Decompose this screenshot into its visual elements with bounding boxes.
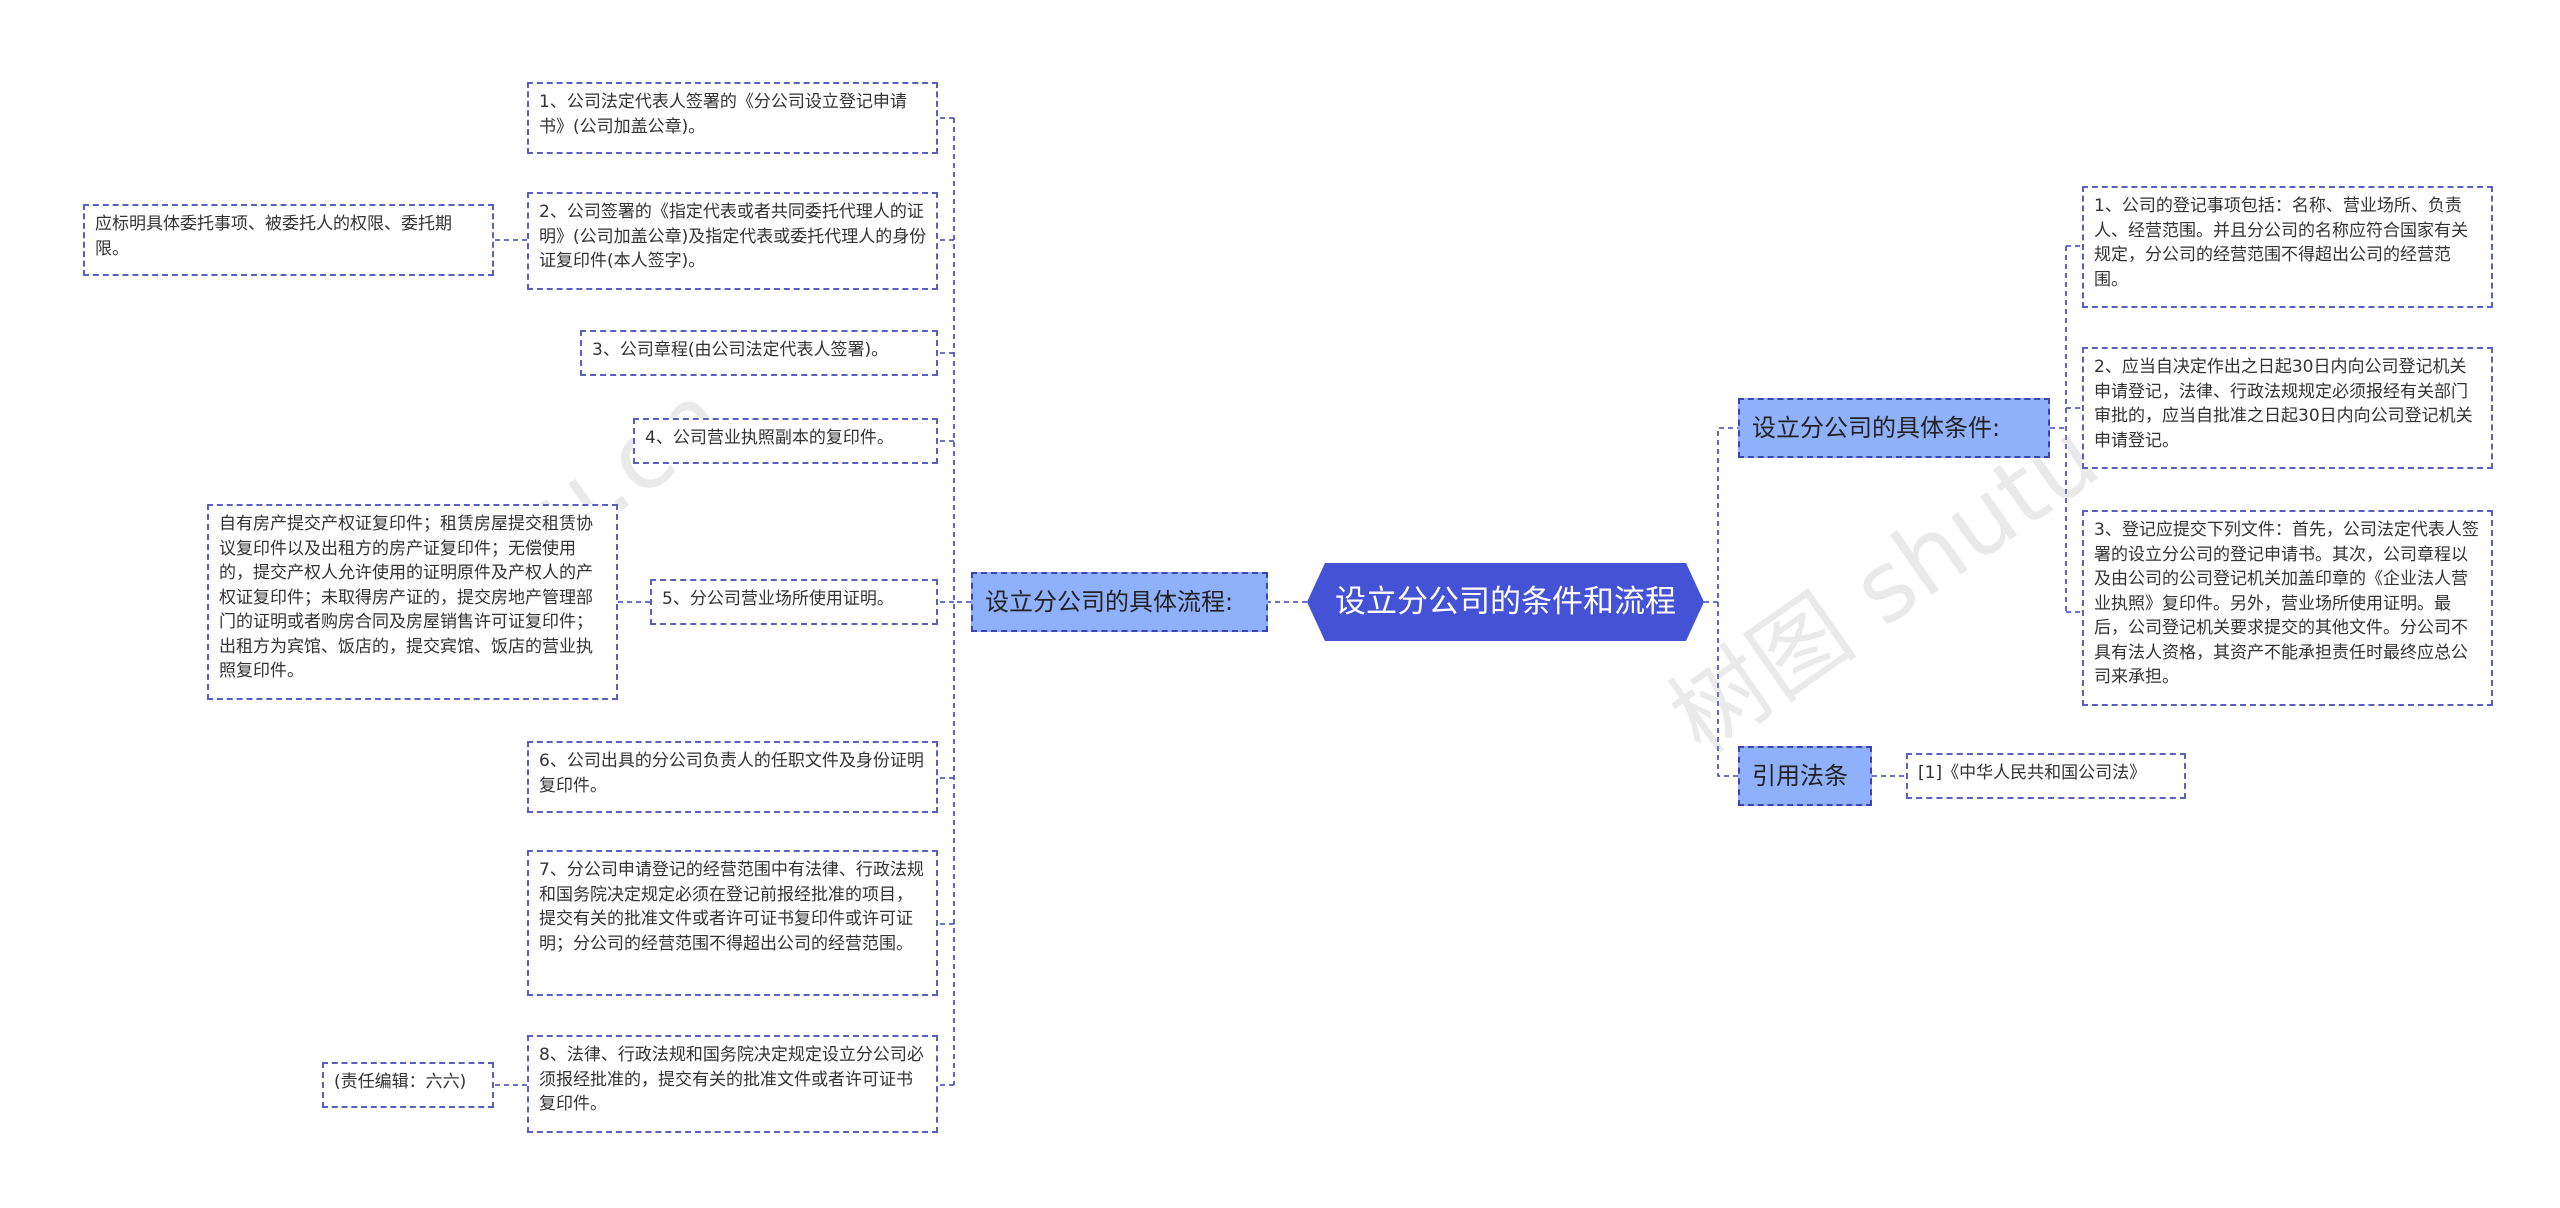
process-step-6[interactable]: 6、公司出具的分公司负责人的任职文件及身份证明复印件。: [527, 741, 938, 813]
process-step-8[interactable]: 8、法律、行政法规和国务院决定规定设立分公司必须报经批准的，提交有关的批准文件或…: [527, 1035, 938, 1133]
process-step-1[interactable]: 1、公司法定代表人签署的《分公司设立登记申请书》(公司加盖公章)。: [527, 82, 938, 154]
process-step-2-note[interactable]: 应标明具体委托事项、被委托人的权限、委托期限。: [83, 204, 494, 276]
condition-item-2[interactable]: 2、应当自决定作出之日起30日内向公司登记机关申请登记，法律、行政法规规定必须报…: [2082, 347, 2493, 469]
condition-item-1[interactable]: 1、公司的登记事项包括：名称、营业场所、负责人、经营范围。并且分公司的名称应符合…: [2082, 186, 2493, 308]
process-step-5-note[interactable]: 自有房产提交产权证复印件；租赁房屋提交租赁协议复印件以及出租方的房产证复印件；无…: [207, 504, 618, 700]
process-step-8-note[interactable]: (责任编辑：六六): [322, 1062, 494, 1108]
process-step-3[interactable]: 3、公司章程(由公司法定代表人签署)。: [580, 330, 938, 376]
branch-conditions[interactable]: 设立分公司的具体条件:: [1738, 398, 2050, 458]
process-step-5[interactable]: 5、分公司营业场所使用证明。: [650, 579, 938, 625]
process-step-7[interactable]: 7、分公司申请登记的经营范围中有法律、行政法规和国务院决定规定必须在登记前报经批…: [527, 850, 938, 996]
branch-citations[interactable]: 引用法条: [1738, 746, 1872, 806]
root-topic[interactable]: 设立分公司的条件和流程: [1307, 563, 1704, 641]
process-step-2[interactable]: 2、公司签署的《指定代表或者共同委托代理人的证明》(公司加盖公章)及指定代表或委…: [527, 192, 938, 290]
process-step-4[interactable]: 4、公司营业执照副本的复印件。: [633, 418, 938, 464]
branch-process[interactable]: 设立分公司的具体流程:: [971, 572, 1268, 632]
citation-item-1[interactable]: [1]《中华人民共和国公司法》: [1906, 753, 2186, 799]
condition-item-3[interactable]: 3、登记应提交下列文件：首先，公司法定代表人签署的设立分公司的登记申请书。其次，…: [2082, 510, 2493, 706]
